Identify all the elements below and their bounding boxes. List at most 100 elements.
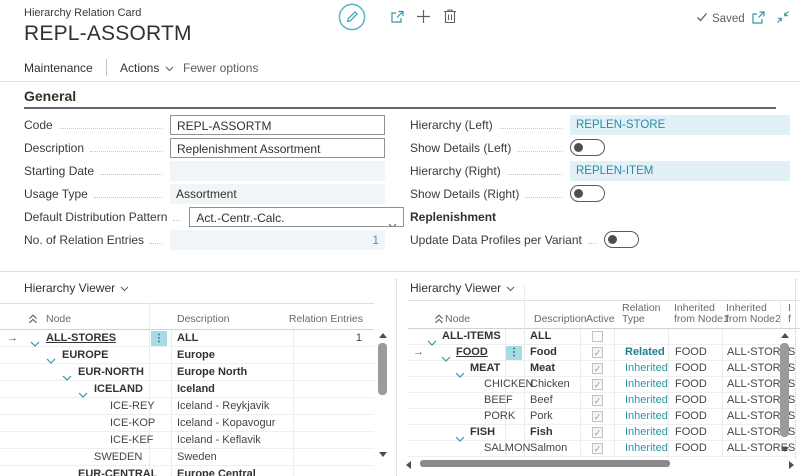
share-icon[interactable] (389, 8, 406, 25)
node-cell: ICELAND (94, 381, 143, 397)
right-viewer-title[interactable]: Hierarchy Viewer (410, 281, 515, 295)
field-input-code[interactable]: REPL-ASSORTM (170, 115, 385, 135)
menu-actions[interactable]: Actions (120, 61, 174, 75)
column-header-description[interactable]: Description (177, 314, 230, 325)
field-label-show-details-left: Show Details (Left) (410, 141, 511, 155)
table-row[interactable]: SALMONSalmon✓InheritedFOODALL-STORES (408, 441, 788, 457)
column-header-active[interactable]: Active (586, 314, 615, 325)
field-select-default-distribution-pattern[interactable]: Act.-Centr.-Calc. (189, 207, 404, 227)
relation-type-cell[interactable]: Related (625, 345, 665, 360)
column-header-node[interactable]: Node (46, 314, 71, 325)
field-label-show-details-right: Show Details (Right) (410, 187, 519, 201)
relation-type-cell[interactable]: Inherited (625, 361, 668, 376)
minimize-icon[interactable] (776, 10, 790, 24)
field-drilldown-no-of-relation-entries[interactable]: 1 (170, 230, 385, 250)
delete-icon[interactable] (443, 8, 457, 24)
field-row-hierarchy-left: Hierarchy (Left) REPLEN-STORE (410, 113, 790, 136)
table-row[interactable]: MEATMeat✓InheritedFOODALL-STORES (408, 361, 788, 377)
table-row[interactable]: →FOOD⋮Food✓RelatedFOODALL-STORES (408, 345, 788, 361)
field-row-default-distribution-pattern: Default Distribution PatternAct.-Centr.-… (24, 205, 385, 228)
node-cell: EUROPE (62, 347, 108, 363)
field-value-starting-date (170, 161, 385, 181)
field-link-hierarchy-right[interactable]: REPLEN-ITEM (570, 161, 790, 181)
description-cell: Iceland - Kopavogur (177, 415, 275, 431)
scroll-up-arrow[interactable] (781, 333, 789, 338)
left-viewer-title[interactable]: Hierarchy Viewer (24, 281, 129, 295)
relation-type-cell[interactable]: Inherited (625, 377, 668, 392)
current-row-arrow-icon: → (7, 330, 18, 346)
description-cell: Iceland (177, 381, 215, 397)
horizontal-scrollbar-thumb[interactable] (420, 460, 670, 467)
relation-type-cell[interactable]: Inherited (625, 393, 668, 408)
field-label-hierarchy-left: Hierarchy (Left) (410, 118, 493, 132)
scroll-down-arrow[interactable] (379, 452, 387, 457)
chevron-down-icon (165, 61, 174, 75)
scroll-left-arrow[interactable] (406, 461, 411, 469)
table-row[interactable]: BEEFBeef✓InheritedFOODALL-STORES (408, 393, 788, 409)
table-row[interactable]: EUR-NORTHEurope North (0, 364, 374, 381)
action-bar-divider (106, 59, 107, 76)
scroll-down-arrow[interactable] (781, 447, 789, 452)
field-label-default-distribution-pattern: Default Distribution Pattern (24, 210, 167, 224)
scroll-right-arrow[interactable] (789, 461, 794, 469)
open-in-window-icon[interactable] (751, 10, 766, 25)
column-header-relation-entries[interactable]: Relation Entries (260, 314, 363, 325)
table-row[interactable]: PORKPork✓InheritedFOODALL-STORES (408, 409, 788, 425)
active-checkbox (592, 331, 603, 342)
field-input-description[interactable]: Replenishment Assortment (170, 138, 385, 158)
collapse-all-icon[interactable] (434, 311, 444, 329)
table-row[interactable]: ICE-KOPIceland - Kopavogur (0, 415, 374, 432)
column-header-relation[interactable]: RelationType (622, 303, 661, 325)
node-cell: FISH (470, 425, 495, 440)
action-bar: Maintenance Actions Fewer options (0, 55, 800, 82)
page-caption: Hierarchy Relation Card (24, 7, 141, 19)
table-row[interactable]: EUR-CENTRALEurope Central (0, 466, 374, 476)
description-cell: Fish (530, 425, 553, 440)
vertical-scrollbar-thumb[interactable] (780, 343, 789, 437)
relation-type-cell[interactable]: Inherited (625, 409, 668, 424)
edit-icon[interactable] (338, 3, 366, 31)
relation-type-cell[interactable]: Inherited (625, 425, 668, 440)
active-checkbox: ✓ (592, 427, 603, 438)
active-checkbox: ✓ (592, 395, 603, 406)
relation-type-cell[interactable]: Inherited (625, 441, 668, 456)
table-row[interactable]: ICELAND Iceland (0, 381, 374, 398)
collapse-all-icon[interactable] (28, 311, 38, 329)
table-row[interactable]: ICE-REYIceland - Reykjavik (0, 398, 374, 415)
row-menu-icon[interactable]: ⋮ (151, 331, 167, 346)
column-header-description[interactable]: Description (534, 314, 587, 325)
field-label-starting-date: Starting Date (24, 164, 94, 178)
inherited-from-node1-cell: FOOD (675, 377, 707, 392)
expand-chevron-icon[interactable] (62, 471, 72, 476)
column-header-inh2[interactable]: Inheritedfrom Node2 (726, 303, 781, 325)
table-row[interactable]: SWEDENSweden (0, 449, 374, 466)
table-row[interactable]: CHICKENChicken✓InheritedFOODALL-STORES (408, 377, 788, 393)
field-link-hierarchy-left[interactable]: REPLEN-STORE (570, 115, 790, 135)
dotted-leader (94, 196, 162, 198)
pane-separator (396, 279, 397, 476)
active-checkbox: ✓ (592, 363, 603, 374)
toggle-show-details-left[interactable] (570, 139, 605, 156)
column-header-node[interactable]: Node (445, 314, 470, 325)
table-row[interactable]: →ALL-STORES⋮ALL1 (0, 330, 374, 347)
relation-entries-cell[interactable]: 1 (280, 330, 362, 346)
inherited-from-node1-cell: FOOD (675, 361, 707, 376)
row-menu-icon[interactable]: ⋮ (506, 346, 522, 360)
general-section-title[interactable]: General (24, 88, 76, 104)
inherited-from-node1-cell: FOOD (675, 409, 707, 424)
table-row[interactable]: ALL-ITEMSALL (408, 329, 788, 345)
menu-fewer-options[interactable]: Fewer options (183, 61, 258, 75)
column-header-inh1[interactable]: Inheritedfrom Node1 (674, 303, 729, 325)
new-icon[interactable] (416, 9, 431, 24)
field-row-show-details-right: Show Details (Right) (410, 182, 790, 205)
field-label-update-data-profiles-per-variant: Update Data Profiles per Variant (410, 233, 582, 247)
toggle-show-details-right[interactable] (570, 185, 605, 202)
table-row[interactable]: ICE-KEFIceland - Keflavik (0, 432, 374, 449)
menu-maintenance[interactable]: Maintenance (24, 61, 93, 75)
scroll-up-arrow[interactable] (379, 333, 387, 338)
description-cell: Sweden (177, 449, 217, 465)
vertical-scrollbar-thumb[interactable] (378, 343, 387, 395)
toggle-update-data-profiles-per-variant[interactable] (604, 231, 639, 248)
table-row[interactable]: FISHFish✓InheritedFOODALL-STORES (408, 425, 788, 441)
table-row[interactable]: EUROPEEurope (0, 347, 374, 364)
